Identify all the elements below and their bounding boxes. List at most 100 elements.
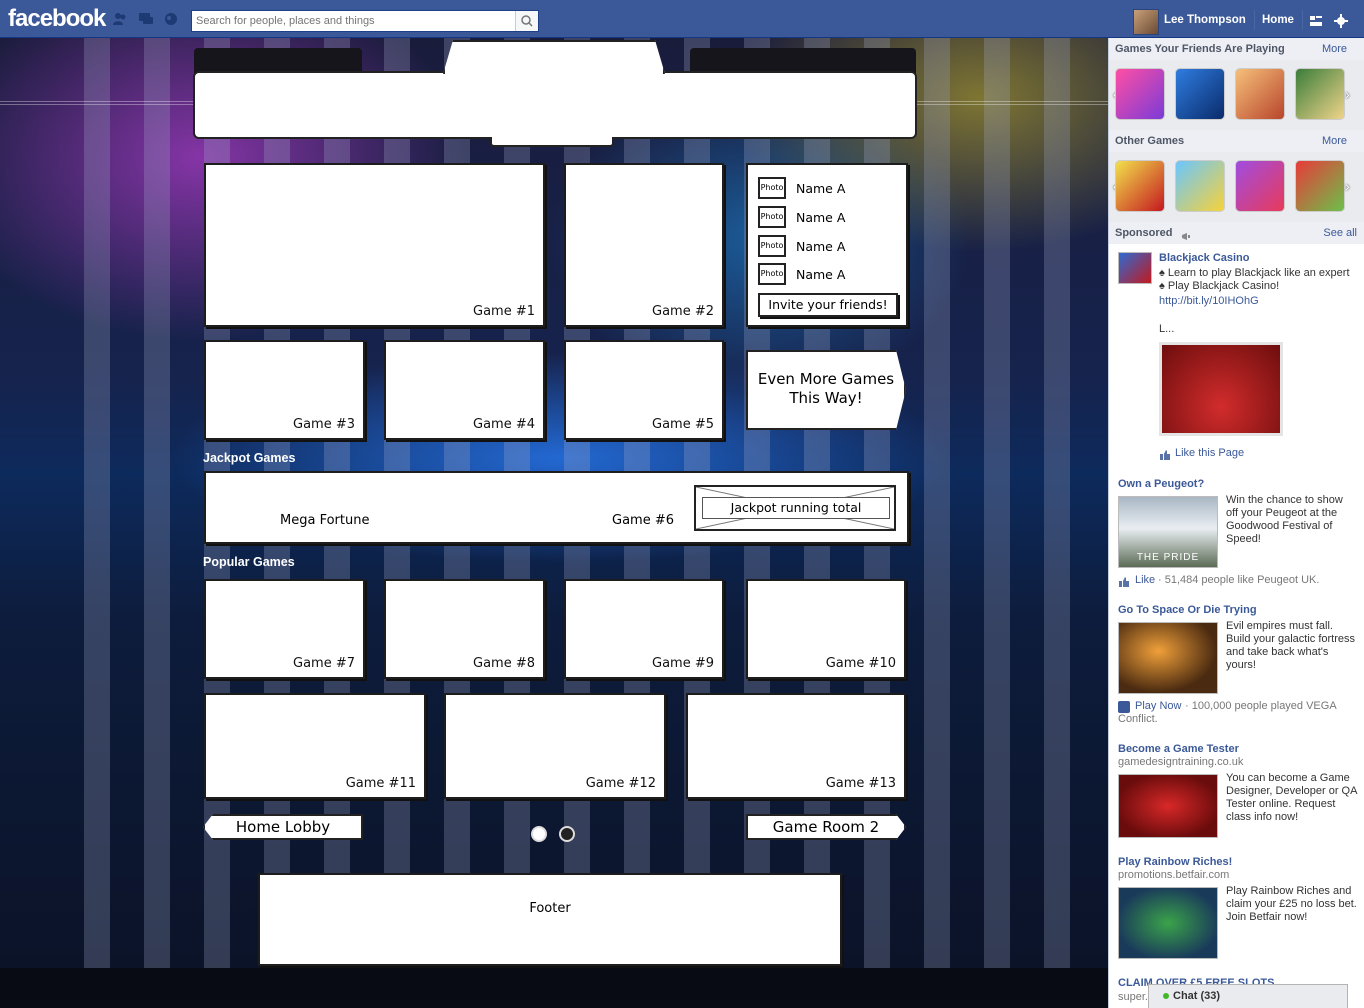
popular-section-title: Popular Games [203,555,295,569]
footer-label: Footer [529,901,571,916]
like-page-link[interactable]: Like this Page [1175,447,1244,459]
user-name[interactable]: Lee Thompson [1164,14,1246,26]
footer-panel: Footer [258,873,842,966]
game-tile-label: Game #4 [473,417,535,432]
privacy-shortcuts-icon[interactable] [1309,14,1323,26]
more-games-line1: Even More Games [757,370,895,388]
other-games-more-link[interactable]: More [1322,135,1347,147]
friend-item[interactable]: Photo Name A [758,235,898,259]
friend-item[interactable]: Photo Name A [758,206,898,230]
game-thumb-2[interactable] [1175,68,1225,120]
game-tile-label: Game #1 [473,304,535,319]
rainbow-riches-ad-image[interactable] [1118,887,1218,959]
game-thumb-1[interactable] [1115,68,1165,120]
notifications-globe-icon[interactable] [163,12,179,26]
game-tile-label: Game #11 [345,776,416,791]
friends-games-more-link[interactable]: More [1322,43,1347,55]
other-games-header: Other Games More [1109,130,1364,152]
mega-fortune-label[interactable]: Mega Fortune [280,513,369,528]
home-link[interactable]: Home [1262,14,1294,26]
search-icon[interactable] [515,11,538,31]
game-tile-label: Game #10 [825,656,896,671]
game-thumb-5[interactable] [1115,160,1165,212]
game-tile-8[interactable]: Game #8 [384,579,545,679]
ad-text: Play Rainbow Riches and claim your £25 n… [1226,885,1357,923]
game-tile-12[interactable]: Game #12 [444,693,666,799]
invite-friends-button[interactable]: Invite your friends! [758,293,898,317]
like-link[interactable]: Like [1135,574,1155,586]
ad-text: ♠ Learn to play Blackjack like an expert… [1159,267,1350,292]
game-thumb-6[interactable] [1175,160,1225,212]
gear-icon[interactable] [1334,14,1348,28]
chat-label: Chat (33) [1173,990,1221,1002]
page-dot-active[interactable] [531,826,547,842]
friends-panel: Photo Name A Photo Name A Photo Name A P… [746,163,908,327]
search-input[interactable] [192,11,514,31]
background-stripe [984,38,1010,968]
friend-requests-icon[interactable] [112,12,128,26]
ad-title[interactable]: Go To Space Or Die Trying [1118,604,1257,616]
facebook-topbar: facebook Lee Thompson Home [0,0,1364,38]
peugeot-ad-image[interactable]: THE PRIDE [1118,496,1218,568]
ad-text: Evil empires must fall. Build your galac… [1226,620,1355,671]
game-tile-11[interactable]: Game #11 [204,693,426,799]
game-thumb-7[interactable] [1235,160,1285,212]
see-all-ads-link[interactable]: See all [1323,227,1357,239]
game-tester-ad-image[interactable] [1118,774,1218,838]
game-tile-9[interactable]: Game #9 [564,579,724,679]
ad-title[interactable]: Blackjack Casino [1159,252,1250,264]
messages-icon[interactable] [138,12,154,26]
game-tile-1[interactable]: Game #1 [204,163,545,327]
ad-title[interactable]: Become a Game Tester [1118,743,1239,755]
peugeot-image-caption: THE PRIDE [1136,552,1200,563]
background-stripe [84,38,110,968]
online-status-icon [1163,993,1169,999]
game-tile-2[interactable]: Game #2 [564,163,724,327]
jackpot-section-title: Jackpot Games [203,451,296,465]
game-room-2-button[interactable]: Game Room 2 [746,814,906,840]
ad-title[interactable]: Own a Peugeot? [1118,478,1204,490]
more-games-button[interactable]: Even More Games This Way! [746,350,906,430]
divider [1302,10,1303,30]
chevron-right-icon[interactable]: › [1345,86,1355,102]
sponsored-title: Sponsored [1115,227,1173,239]
game-thumb-3[interactable] [1235,68,1285,120]
header-tab-bottom [490,137,614,147]
friend-photo: Photo [758,263,786,285]
game-thumb-8[interactable] [1295,160,1345,212]
vega-conflict-ad-image[interactable] [1118,622,1218,694]
thumbs-up-icon [1159,448,1171,460]
game-tile-label: Game #8 [473,656,535,671]
game-tile-13[interactable]: Game #13 [686,693,906,799]
game-tile-label: Game #9 [652,656,714,671]
game-tile-5[interactable]: Game #5 [564,340,724,440]
friend-item[interactable]: Photo Name A [758,263,898,287]
home-lobby-button[interactable]: Home Lobby [203,814,363,840]
game-tile-6-label[interactable]: Game #6 [612,513,674,528]
game-tile-10[interactable]: Game #10 [746,579,906,679]
game-tile-3[interactable]: Game #3 [204,340,365,440]
ad-title[interactable]: Play Rainbow Riches! [1118,856,1232,868]
friends-games-title: Games Your Friends Are Playing [1115,43,1285,55]
friend-item[interactable]: Photo Name A [758,177,898,201]
game-tile-label: Game #5 [652,417,714,432]
friend-name: Name A [796,239,846,254]
game-tile-4[interactable]: Game #4 [384,340,545,440]
friend-photo: Photo [758,206,786,228]
game-tile-7[interactable]: Game #7 [204,579,365,679]
friends-games-header: Games Your Friends Are Playing More [1109,38,1364,60]
blackjack-page-thumb[interactable] [1118,252,1152,284]
blackjack-ad-image[interactable] [1159,342,1283,436]
avatar[interactable] [1133,9,1159,35]
game-thumb-4[interactable] [1295,68,1345,120]
background-stripe [1044,38,1070,968]
jackpot-panel: Mega Fortune Game #6 Jackpot running tot… [204,471,909,544]
chat-bar[interactable]: Chat (33) [1148,984,1348,1008]
right-sidebar: Games Your Friends Are Playing More ‹ › … [1108,38,1364,1008]
chevron-right-icon[interactable]: › [1345,178,1355,194]
page-dot[interactable] [559,826,575,842]
background-stripe [924,38,950,968]
header-banner [193,71,917,139]
facebook-logo[interactable]: facebook [8,5,106,33]
ad-url-link[interactable]: http://bit.ly/10IHOhG [1159,295,1259,307]
